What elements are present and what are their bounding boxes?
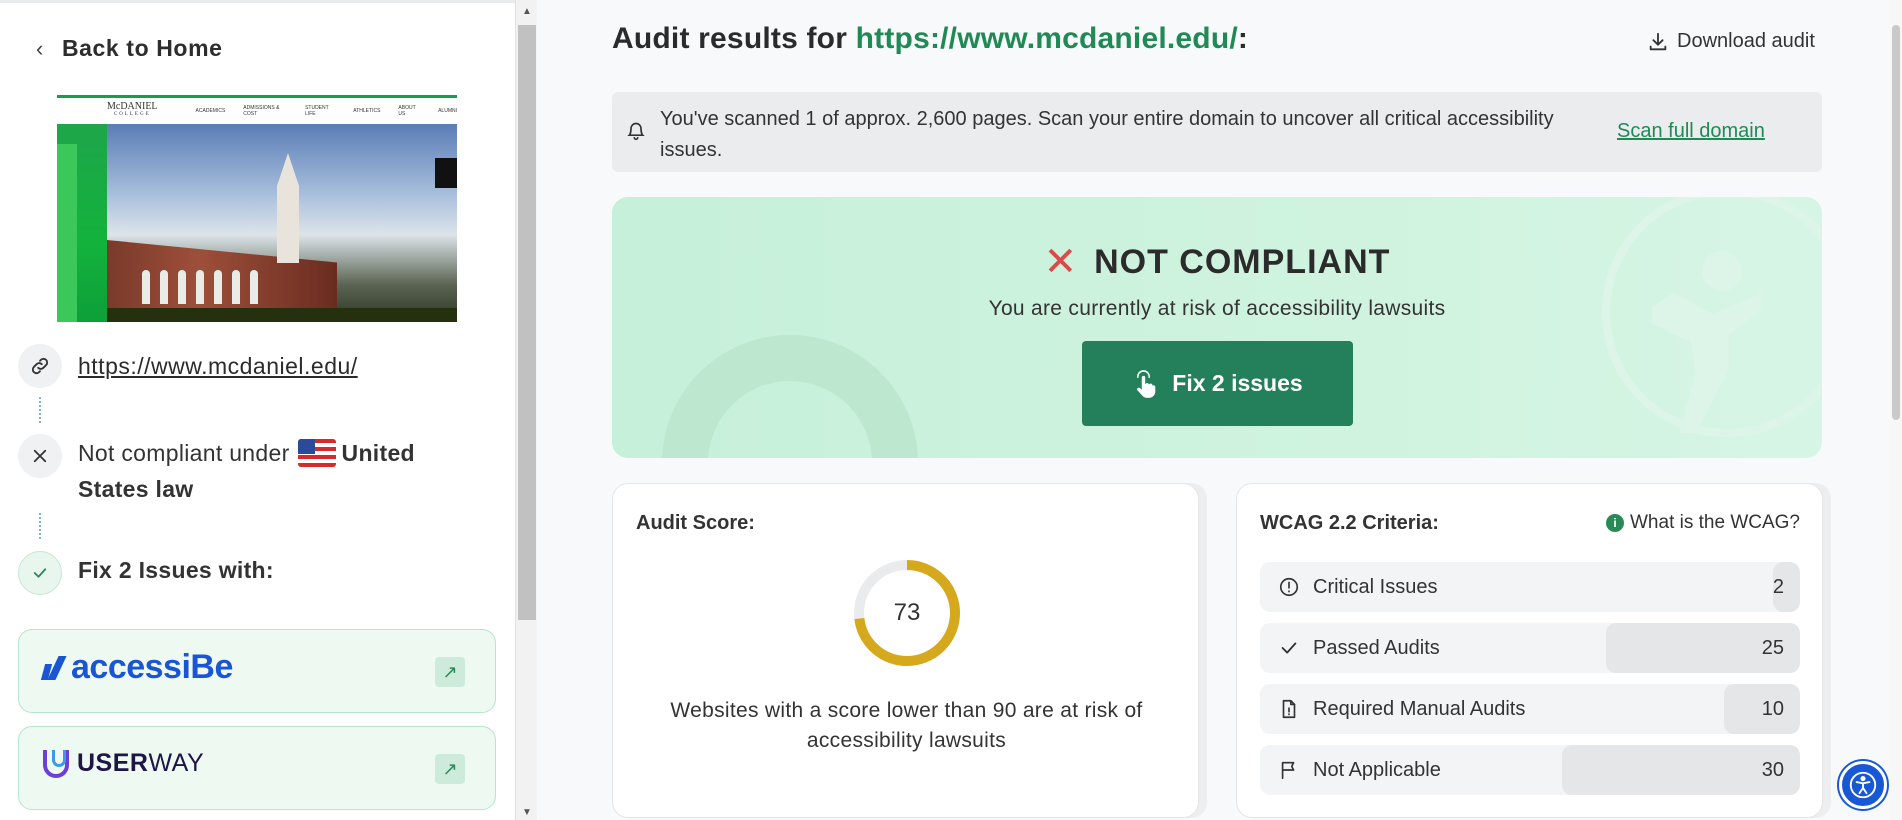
score-value: 73 <box>893 599 921 626</box>
thumbnail-side-box <box>435 158 457 188</box>
thumbnail-green-strip <box>57 124 107 322</box>
vendor-card-accessibe[interactable]: accessiBe ↗ <box>18 629 496 713</box>
accessibe-logo: accessiBe <box>43 648 233 687</box>
criteria-row-not-applicable[interactable]: Not Applicable 30 <box>1260 745 1800 795</box>
criteria-count: 25 <box>1761 637 1784 659</box>
what-is-wcag-link[interactable]: i What is the WCAG? <box>1606 512 1800 534</box>
scroll-down-icon[interactable]: ▼ <box>522 807 532 818</box>
fix-issues-button[interactable]: Fix 2 issues <box>1082 341 1353 426</box>
fix-with-label: Fix 2 Issues with: <box>78 557 274 583</box>
scrollbar-thumb[interactable] <box>518 25 536 620</box>
bell-icon <box>627 122 645 141</box>
what-is-wcag-label: What is the WCAG? <box>1630 512 1800 533</box>
thumbnail-nav-item: ACADEMICS <box>195 108 226 114</box>
criteria-row-passed[interactable]: Passed Audits 25 <box>1260 623 1800 673</box>
score-value-wrap: 73 <box>852 558 962 668</box>
thumbnail-nav-item: STUDENT LIFE <box>305 105 329 117</box>
fix-issues-label: Fix 2 issues <box>1172 370 1303 396</box>
criteria-label: Not Applicable <box>1313 759 1441 781</box>
audit-score-card: Audit Score: 73 Websites with a score lo… <box>612 483 1199 818</box>
tap-hand-icon <box>1137 369 1156 398</box>
sidebar: ‹ Back to Home McDANIEL COLLEGE ACADEMIC… <box>0 0 515 820</box>
score-note: Websites with a score lower than 90 are … <box>670 699 1143 752</box>
decorative-circle <box>662 335 918 458</box>
audited-url-link[interactable]: https://www.mcdaniel.edu/ <box>78 353 358 380</box>
thumbnail-nav-item: ABOUT US <box>398 105 416 117</box>
accessibility-widget-button[interactable] <box>1839 761 1887 809</box>
accessibility-icon <box>1849 771 1877 799</box>
info-icon: i <box>1606 514 1624 532</box>
back-to-home-link[interactable]: ‹ Back to Home <box>36 35 223 62</box>
criteria-label: Required Manual Audits <box>1313 698 1526 720</box>
check-icon <box>18 551 62 595</box>
site-screenshot-thumbnail: McDANIEL COLLEGE ACADEMICS ADMISSIONS & … <box>57 95 457 322</box>
criteria-count: 10 <box>1761 698 1784 720</box>
scan-full-domain-link[interactable]: Scan full domain <box>1617 120 1765 143</box>
thumbnail-nav-item: ALUMNI <box>438 108 457 114</box>
x-icon: ✕ <box>1043 240 1079 284</box>
criteria-row-critical[interactable]: Critical Issues 2 <box>1260 562 1800 612</box>
criteria-label: Passed Audits <box>1313 637 1440 659</box>
banner-message: You've scanned 1 of approx. 2,600 pages.… <box>660 108 1554 161</box>
vendor-card-userway[interactable]: USERWAY ↗ <box>18 726 496 810</box>
thumbnail-nav: McDANIEL COLLEGE ACADEMICS ADMISSIONS & … <box>57 98 457 124</box>
criteria-label: Critical Issues <box>1313 576 1438 598</box>
compliance-subtitle: You are currently at risk of accessibili… <box>988 297 1446 320</box>
check-icon <box>1281 642 1297 654</box>
thumbnail-logo: McDANIEL COLLEGE <box>107 101 158 118</box>
download-icon <box>1649 32 1667 50</box>
us-flag-icon <box>297 439 336 467</box>
thumbnail-nav-item: ATHLETICS <box>353 108 381 114</box>
external-arrow-icon[interactable]: ↗ <box>435 657 465 687</box>
alert-circle-icon <box>1279 577 1299 597</box>
thumbnail-ground <box>107 308 457 322</box>
chevron-left-icon: ‹ <box>36 35 44 61</box>
compliance-hero: ✕ NOT COMPLIANT You are currently at risk… <box>612 197 1822 458</box>
wcag-title: WCAG 2.2 Criteria: <box>1260 512 1439 534</box>
back-label: Back to Home <box>61 35 223 61</box>
accessibe-mark-icon <box>43 654 67 682</box>
sidebar-scrollbar[interactable]: ▲ ▼ <box>515 0 537 820</box>
criteria-count: 2 <box>1772 576 1784 598</box>
page-title: Audit results for https://www.mcdaniel.e… <box>612 22 1249 55</box>
download-audit-button[interactable]: Download audit <box>1647 30 1815 53</box>
external-arrow-icon[interactable]: ↗ <box>435 754 465 784</box>
main-content: Audit results for https://www.mcdaniel.e… <box>537 0 1902 820</box>
userway-mark-icon <box>43 749 69 778</box>
criteria-count: 30 <box>1761 759 1784 781</box>
wcag-criteria-card: WCAG 2.2 Criteria: i What is the WCAG? C… <box>1236 483 1823 818</box>
thumbnail-nav-item: ADMISSIONS & COST <box>243 105 280 117</box>
criteria-row-manual[interactable]: Required Manual Audits 10 <box>1260 684 1800 734</box>
link-icon <box>18 344 62 388</box>
status-prefix: Not compliant under <box>78 440 290 466</box>
download-label: Download audit <box>1677 30 1815 52</box>
audit-score-title: Audit Score: <box>636 512 755 534</box>
scan-limit-banner: You've scanned 1 of approx. 2,600 pages.… <box>612 92 1822 172</box>
thumbnail-windows <box>142 270 258 304</box>
step-connector <box>39 513 41 539</box>
userway-logo: USERWAY <box>43 749 204 778</box>
close-icon <box>18 434 62 478</box>
flag-icon <box>1281 761 1295 780</box>
compliance-status-text: Not compliant under United States law <box>78 435 478 507</box>
compliance-status: ✕ NOT COMPLIANT <box>1043 240 1391 284</box>
step-connector <box>39 397 41 423</box>
page-scrollbar[interactable] <box>1890 0 1902 820</box>
document-icon <box>1282 699 1296 719</box>
title-url: https://www.mcdaniel.edu/ <box>855 22 1238 55</box>
page-scrollbar-thumb[interactable] <box>1892 25 1900 420</box>
scroll-up-icon[interactable]: ▲ <box>522 6 532 17</box>
